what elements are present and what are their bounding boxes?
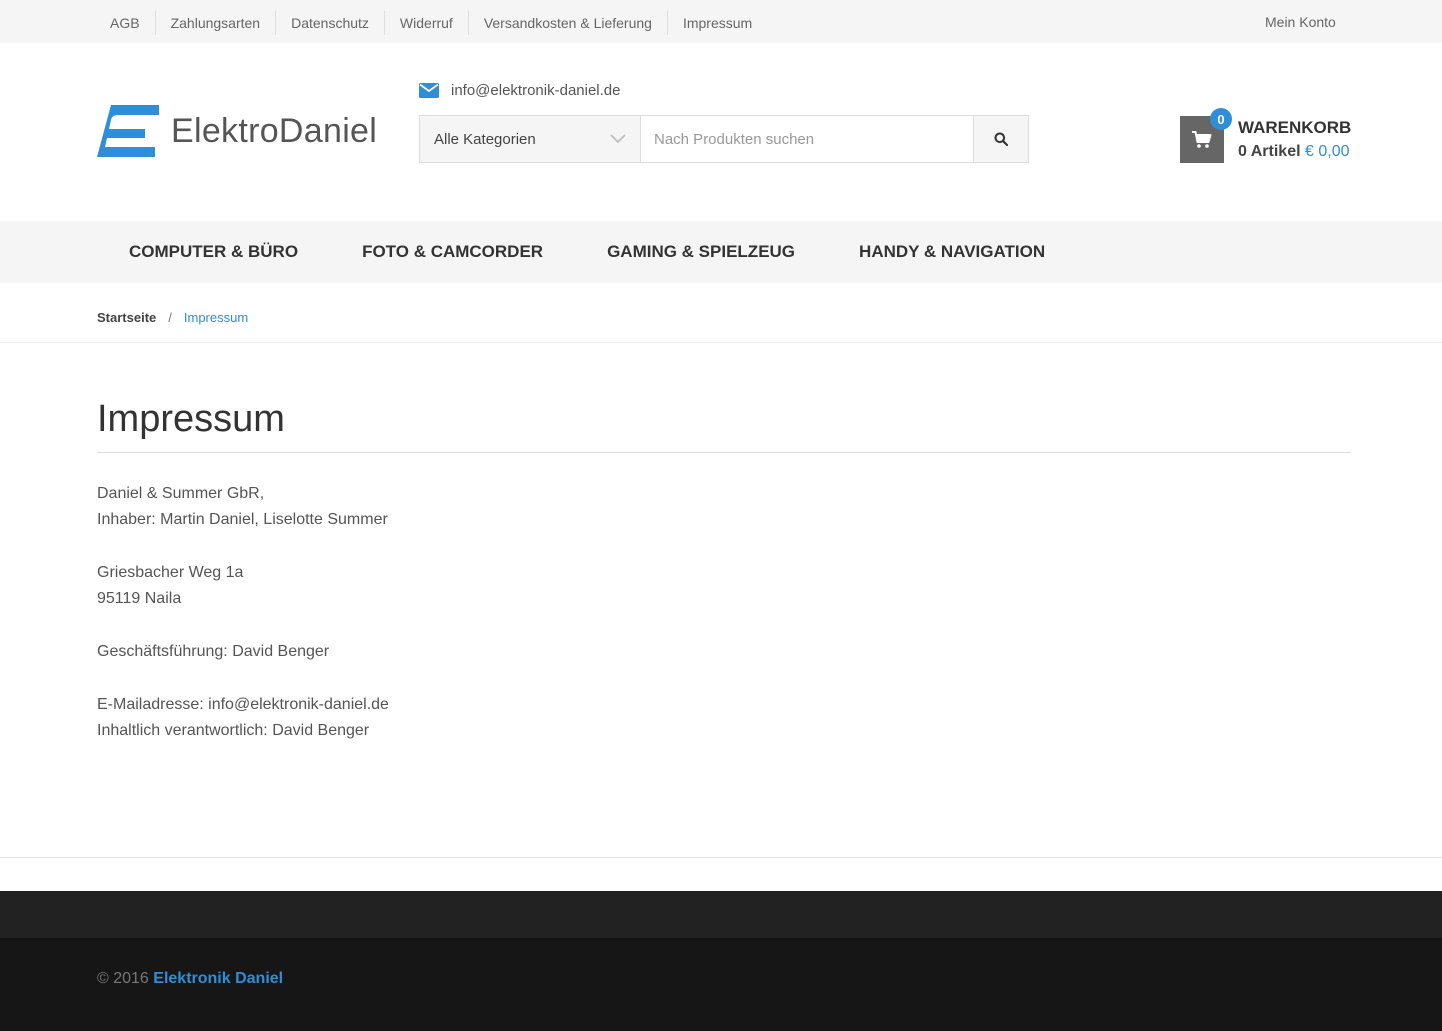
cart-item-count: 0 Artikel <box>1238 143 1301 160</box>
page-title: Impressum <box>97 398 285 440</box>
content-responsible: Inhaltlich verantwortlich: David Benger <box>97 722 370 739</box>
cart-count-badge: 0 <box>1210 108 1232 130</box>
breadcrumb-divider <box>0 342 1442 343</box>
nav-item-computer-buero[interactable]: COMPUTER & BÜRO <box>97 242 330 262</box>
cart-title: WARENKORB <box>1238 118 1352 137</box>
copyright: © 2016 Elektronik Daniel <box>97 970 283 988</box>
logo-text: ElektroDaniel <box>171 112 378 150</box>
chevron-down-icon <box>610 134 626 144</box>
search-icon <box>994 132 1008 146</box>
top-link-impressum[interactable]: Impressum <box>666 11 767 35</box>
breadcrumb-home[interactable]: Startseite <box>97 310 156 325</box>
company-owners: Inhaber: Martin Daniel, Liselotte Summer <box>97 511 388 528</box>
title-divider <box>97 452 1351 453</box>
contact-email-text: info@elektronik-daniel.de <box>451 82 621 99</box>
main-navigation: COMPUTER & BÜRO FOTO & CAMCORDER GAMING … <box>0 221 1442 283</box>
search-bar: Alle Kategorien <box>419 115 1029 163</box>
site-logo[interactable]: ElektroDaniel <box>97 105 377 157</box>
top-link-agb[interactable]: AGB <box>97 11 155 35</box>
search-input[interactable] <box>641 116 973 162</box>
top-links: AGB Zahlungsarten Datenschutz Widerruf V… <box>97 11 767 35</box>
footer-top <box>0 891 1442 938</box>
contact-email-line: E-Mailadresse: info@elektronik-daniel.de <box>97 696 389 713</box>
top-link-widerruf[interactable]: Widerruf <box>383 11 468 35</box>
top-link-versandkosten[interactable]: Versandkosten & Lieferung <box>467 11 667 35</box>
nav-item-handy-navigation[interactable]: HANDY & NAVIGATION <box>827 242 1077 262</box>
top-link-datenschutz[interactable]: Datenschutz <box>275 11 384 35</box>
breadcrumb: Startseite / Impressum <box>97 310 248 325</box>
address-block: Griesbacher Weg 1a 95119 Naila <box>97 560 389 612</box>
logo-mark-icon <box>97 105 159 157</box>
content-divider <box>0 857 1442 858</box>
envelope-icon <box>419 83 439 98</box>
cart-total: € 0,00 <box>1305 143 1350 160</box>
company-block: Daniel & Summer GbR, Inhaber: Martin Dan… <box>97 481 389 533</box>
nav-item-foto-camcorder[interactable]: FOTO & CAMCORDER <box>330 242 575 262</box>
top-bar: AGB Zahlungsarten Datenschutz Widerruf V… <box>0 0 1442 43</box>
management-text: Geschäftsführung: David Benger <box>97 643 330 660</box>
cart-summary: 0 Artikel € 0,00 <box>1238 143 1349 161</box>
cart-widget[interactable]: 0 WARENKORB 0 Artikel € 0,00 <box>1180 108 1351 163</box>
cart-button[interactable]: 0 <box>1180 108 1232 163</box>
cart-icon <box>1192 130 1212 148</box>
nav-item-gaming-spielzeug[interactable]: GAMING & SPIELZEUG <box>575 242 827 262</box>
contact-email[interactable]: info@elektronik-daniel.de <box>419 82 621 99</box>
footer-brand-link[interactable]: Elektronik Daniel <box>153 970 283 987</box>
company-name: Daniel & Summer GbR, <box>97 485 265 502</box>
top-link-zahlungsarten[interactable]: Zahlungsarten <box>154 11 276 35</box>
category-select[interactable]: Alle Kategorien <box>420 116 641 162</box>
copyright-text: © 2016 <box>97 970 149 987</box>
breadcrumb-separator: / <box>168 310 172 325</box>
my-account-link[interactable]: Mein Konto <box>1265 14 1336 30</box>
address-street: Griesbacher Weg 1a <box>97 564 244 581</box>
search-button[interactable] <box>973 116 1028 162</box>
category-select-value: Alle Kategorien <box>434 130 536 148</box>
contact-block: E-Mailadresse: info@elektronik-daniel.de… <box>97 692 389 744</box>
management-block: Geschäftsführung: David Benger <box>97 639 389 665</box>
address-city: 95119 Naila <box>97 590 182 607</box>
breadcrumb-current: Impressum <box>183 310 249 325</box>
impressum-content: Daniel & Summer GbR, Inhaber: Martin Dan… <box>97 481 389 771</box>
